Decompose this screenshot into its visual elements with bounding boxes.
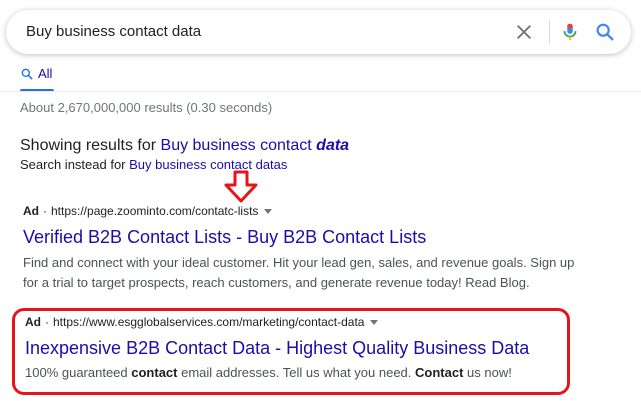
microphone-icon[interactable] [559,21,581,43]
tab-all-label: All [38,66,53,81]
ad-description: Find and connect with your ideal custome… [23,253,623,293]
search-input[interactable]: Buy business contact data [26,10,201,54]
down-arrow-annotation [224,170,258,203]
showing-results-line: Showing results for Buy business contact… [20,137,349,155]
showing-prefix: Showing results for [20,137,157,154]
ad-title-link[interactable]: Verified B2B Contact Lists - Buy B2B Con… [23,227,426,248]
ad-description-line: for a trial to target prospects, reach c… [23,275,530,290]
ad-title-link[interactable]: Inexpensive B2B Contact Data - Highest Q… [25,338,529,359]
original-query-link[interactable]: Buy business contact datas [129,157,287,172]
ad-separator: · [43,204,47,218]
keyword-highlight: contact [131,365,178,380]
search-bar-divider [549,20,550,44]
search-icon [21,68,33,80]
ad-url-line: Ad · https://www.esgglobalservices.com/m… [25,315,379,329]
search-bar[interactable]: Buy business contact data [6,10,631,54]
ad-url-line: Ad · https://page.zoominto.com/contatc-l… [23,204,273,218]
ad-description-line: Find and connect with your ideal custome… [23,255,575,270]
keyword-highlight: Contact [415,365,464,380]
ad-description: 100% guaranteed contact email addresses.… [25,365,512,380]
chevron-down-icon[interactable] [370,319,379,325]
ad-separator: · [45,315,49,329]
ad-display-url: https://www.esgglobalservices.com/market… [53,315,365,329]
instead-prefix: Search instead for [20,157,126,172]
corrected-query-link[interactable]: Buy business contact data [161,137,350,154]
chevron-down-icon[interactable] [264,208,273,214]
result-stats: About 2,670,000,000 results (0.30 second… [20,100,273,115]
ad-badge: Ad [23,204,39,218]
ad-display-url: https://page.zoominto.com/contatc-lists [51,204,259,218]
search-icon[interactable] [594,21,616,43]
tabs-divider [0,91,641,92]
ad-badge: Ad [25,315,41,329]
close-icon[interactable] [514,22,534,42]
